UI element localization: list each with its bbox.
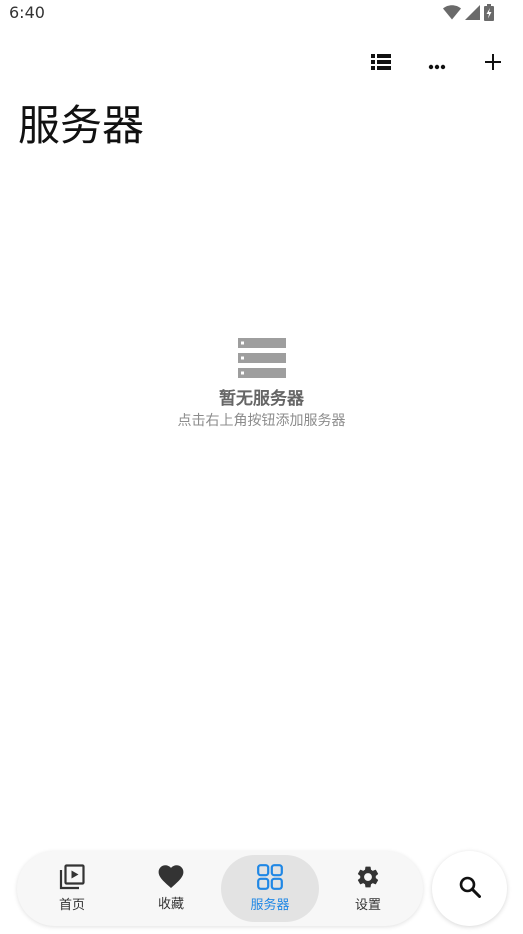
- top-toolbar: [0, 44, 523, 84]
- nav-item-settings[interactable]: 设置: [319, 855, 417, 922]
- search-button[interactable]: [432, 851, 507, 926]
- status-bar: 6:40: [0, 0, 523, 26]
- grid-icon: [257, 863, 283, 894]
- list-view-icon: [371, 54, 391, 74]
- signal-icon: [465, 4, 480, 20]
- add-server-button[interactable]: [473, 44, 513, 84]
- battery-icon: [484, 3, 494, 21]
- list-view-button[interactable]: [361, 44, 401, 84]
- more-icon: [428, 55, 446, 74]
- bottom-navigation: 首页 收藏 服务器 设置: [17, 851, 423, 926]
- nav-label-home: 首页: [58, 897, 85, 913]
- status-time: 6:40: [9, 3, 45, 22]
- nav-item-servers[interactable]: 服务器: [221, 855, 319, 922]
- status-icons: [443, 3, 494, 21]
- empty-state-title: 暂无服务器: [219, 389, 304, 409]
- heart-icon: [158, 864, 184, 893]
- nav-item-home[interactable]: 首页: [23, 855, 121, 922]
- nav-label-settings: 设置: [354, 897, 381, 913]
- server-page: 6:40 服务器 暂无服务器 点击右上角按钮添加服务器 首页 收藏 服务器 设置: [0, 0, 523, 934]
- add-icon: [485, 54, 501, 74]
- nav-label-favorites: 收藏: [157, 896, 184, 912]
- wifi-icon: [443, 4, 461, 20]
- video-library-icon: [59, 863, 85, 894]
- empty-state: 暂无服务器 点击右上角按钮添加服务器: [0, 338, 523, 430]
- more-options-button[interactable]: [417, 44, 457, 84]
- server-icon: [0, 338, 523, 378]
- nav-label-servers: 服务器: [250, 897, 290, 913]
- empty-state-hint: 点击右上角按钮添加服务器: [177, 413, 346, 429]
- gear-icon: [355, 864, 381, 894]
- nav-item-favorites[interactable]: 收藏: [122, 855, 220, 922]
- search-icon: [459, 876, 481, 902]
- page-title: 服务器: [18, 101, 145, 150]
